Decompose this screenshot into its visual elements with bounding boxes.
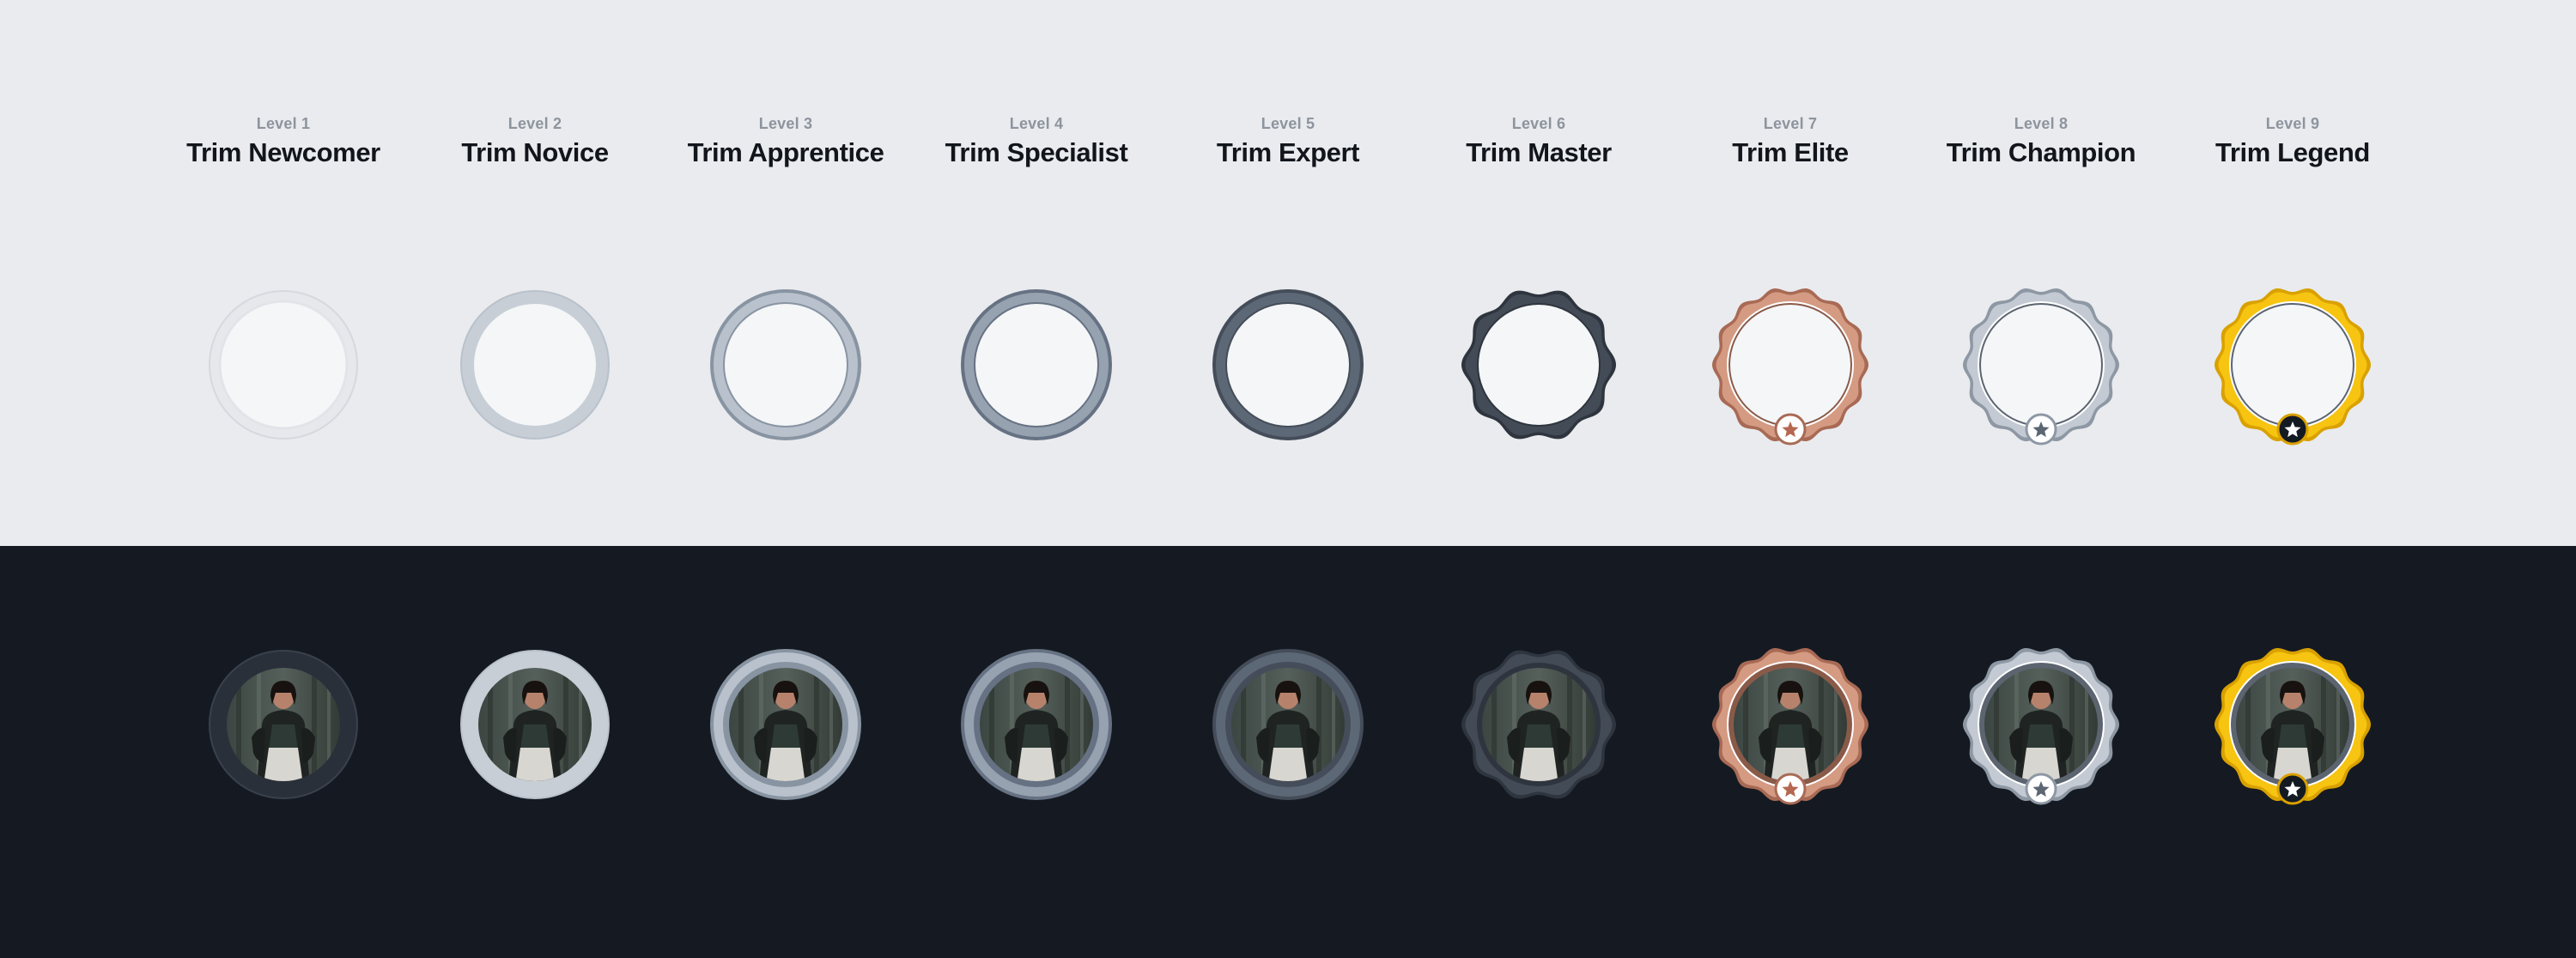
badge-frame	[209, 650, 358, 799]
level-number: Level 6	[1511, 115, 1566, 132]
level-number: Level 3	[758, 115, 813, 132]
badge-frame	[209, 290, 358, 440]
badge-frame	[1963, 647, 2119, 805]
badge-frame	[961, 289, 1112, 440]
badge-frame	[1712, 288, 1868, 446]
level-number: Level 7	[1763, 115, 1818, 132]
light-preview-section	[0, 0, 2576, 546]
badge-frame	[961, 649, 1112, 800]
level-number: Level 1	[256, 115, 311, 132]
dark-badge-level-3	[704, 643, 867, 806]
badge-frame	[460, 290, 610, 440]
light-badge-level-2	[453, 283, 617, 446]
dark-badge-level-4	[955, 643, 1118, 806]
level-number: Level 5	[1261, 115, 1315, 132]
dark-badge-level-5	[1206, 643, 1370, 806]
badge-inner	[1981, 305, 2101, 425]
level-number: Level 4	[1009, 115, 1064, 132]
badge-inner	[1730, 305, 1850, 425]
badge-inner	[474, 304, 596, 426]
badge-inner	[975, 304, 1097, 426]
light-badge-level-4	[955, 283, 1118, 446]
badge-inner	[2233, 305, 2353, 425]
dark-badge-level-8	[1959, 643, 2123, 806]
badge-inner	[1479, 305, 1599, 425]
level-title: Trim Legend	[2215, 137, 2370, 167]
level-number: Level 9	[2265, 115, 2320, 132]
dark-badge-level-9	[2211, 643, 2374, 806]
light-badge-level-1	[202, 283, 365, 446]
light-badge-level-5	[1206, 283, 1370, 446]
light-badge-level-3	[704, 283, 867, 446]
badge-frame	[1712, 647, 1868, 805]
dark-badge-level-2	[453, 643, 617, 806]
badge-inner	[725, 304, 847, 426]
light-badge-level-8	[1959, 283, 2123, 446]
badge-frame	[1461, 650, 1616, 799]
badge-frame	[1212, 649, 1364, 800]
light-badge-level-9	[2211, 283, 2374, 446]
badge-frame	[460, 650, 610, 799]
light-badge-level-7	[1709, 283, 1872, 446]
badge-frame	[1461, 290, 1616, 440]
badge-frame	[2215, 647, 2371, 805]
dark-badge-level-7	[1709, 643, 1872, 806]
badge-frame	[1212, 289, 1364, 440]
light-badge-level-6	[1457, 283, 1620, 446]
badge-frame	[710, 289, 861, 440]
level-number: Level 2	[507, 115, 562, 132]
level-number: Level 8	[2014, 115, 2069, 132]
badge-inner	[1227, 304, 1349, 426]
dark-badge-level-6	[1457, 643, 1620, 806]
badge-frame	[2215, 288, 2371, 446]
badge-frame	[710, 649, 861, 800]
dark-badge-level-1	[202, 643, 365, 806]
badge-frame	[1963, 288, 2119, 446]
